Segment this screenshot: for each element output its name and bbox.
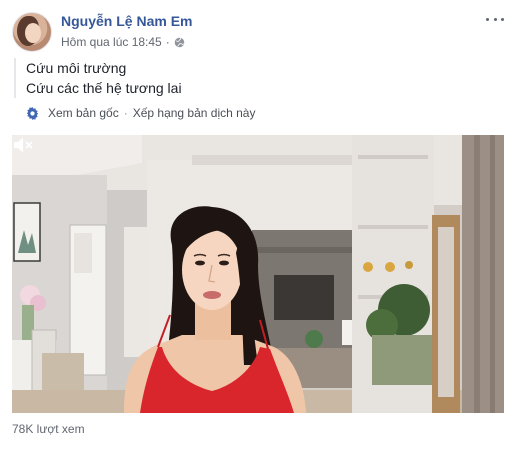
facebook-post: Nguyễn Lệ Nam Em Hôm qua lúc 18:45 · Cứu… bbox=[0, 0, 516, 449]
translation-bar: Xem bản gốc · Xếp hạng bản dịch này bbox=[26, 106, 255, 120]
message-line: Cứu các thế hệ tương lai bbox=[26, 80, 182, 96]
globe-icon[interactable] bbox=[174, 37, 185, 48]
more-options-button[interactable] bbox=[486, 10, 504, 28]
post-message: Cứu môi trường Cứu các thế hệ tương lai bbox=[14, 58, 326, 98]
video-player[interactable] bbox=[12, 135, 504, 413]
speaker-muted-icon[interactable] bbox=[12, 135, 34, 155]
author-avatar[interactable] bbox=[12, 12, 52, 52]
translation-separator: · bbox=[123, 106, 128, 120]
message-line: Cứu môi trường bbox=[26, 60, 127, 76]
see-original-link[interactable]: Xem bản gốc bbox=[48, 106, 119, 120]
gear-icon[interactable] bbox=[26, 106, 39, 120]
meta-separator: · bbox=[165, 35, 170, 49]
rate-translation-link[interactable]: Xếp hạng bản dịch này bbox=[133, 106, 256, 120]
post-meta: Hôm qua lúc 18:45 · bbox=[61, 35, 185, 49]
video-frame bbox=[12, 135, 504, 413]
more-options-icon bbox=[486, 17, 489, 21]
author-name[interactable]: Nguyễn Lệ Nam Em bbox=[61, 13, 192, 29]
post-timestamp[interactable]: Hôm qua lúc 18:45 bbox=[61, 35, 162, 49]
view-count: 78K lượt xem bbox=[12, 422, 85, 436]
